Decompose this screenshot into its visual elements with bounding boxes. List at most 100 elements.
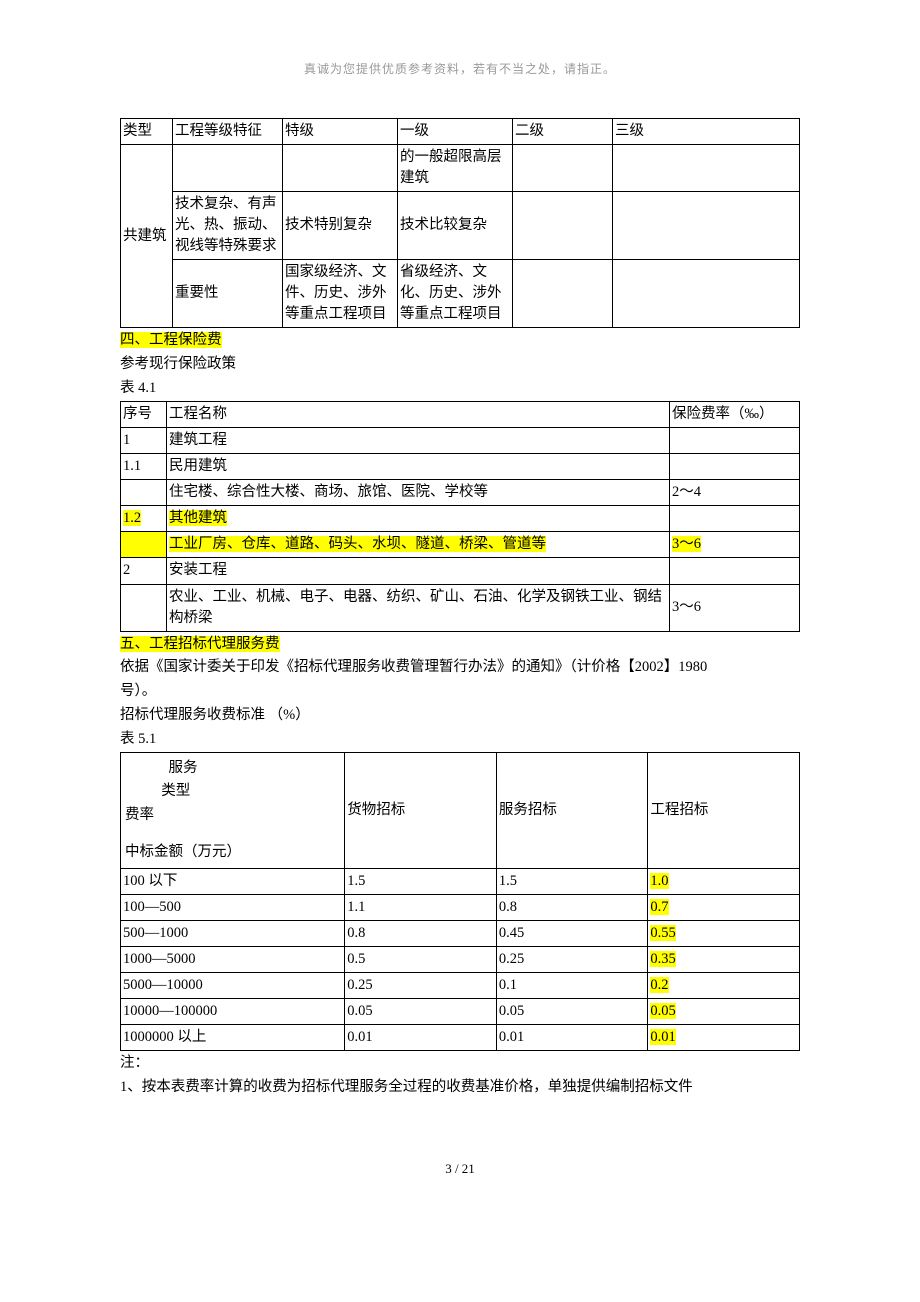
table-row: 序号 工程名称 保险费率（‰） — [121, 402, 800, 428]
notes-label: 注： — [120, 1053, 800, 1075]
cell: 0.05 — [345, 999, 497, 1025]
table-row: 1.2 其他建筑 — [121, 506, 800, 532]
cell: 1.5 — [496, 869, 648, 895]
hl-text: 0.05 — [650, 1003, 675, 1019]
col-type: 类型 — [121, 119, 173, 145]
cell: 重要性 — [173, 260, 283, 328]
cell: 技术特别复杂 — [283, 192, 398, 260]
cell: 技术比较复杂 — [398, 192, 513, 260]
table-row: 服务 类型 费率 中标金额（万元） 货物招标 服务招标 工程招标 — [121, 753, 800, 869]
cell — [513, 145, 613, 192]
col-name: 工程名称 — [167, 402, 670, 428]
cell — [670, 506, 800, 532]
cell — [513, 260, 613, 328]
section-4-title: 四、工程保险费 — [120, 330, 800, 352]
cell: 1.0 — [648, 869, 800, 895]
table-row: 1.1 民用建筑 — [121, 454, 800, 480]
cell: 100—500 — [121, 895, 345, 921]
header-note: 真诚为您提供优质参考资料，若有不当之处，请指正。 — [120, 60, 800, 78]
cell: 国家级经济、文件、历史、涉外等重点工程项目 — [283, 260, 398, 328]
text: 中标金额（万元） — [125, 841, 340, 864]
cell: 0.5 — [345, 947, 497, 973]
cell — [670, 428, 800, 454]
cell: 2～4 — [670, 480, 800, 506]
table-row: 10000—100000 0.05 0.05 0.05 — [121, 999, 800, 1025]
hl-text: 五、工程招标代理服务费 — [120, 636, 280, 652]
hl-text: 0.55 — [650, 925, 675, 941]
table-row: 重要性 国家级经济、文件、历史、涉外等重点工程项目 省级经济、文化、历史、涉外等… — [121, 260, 800, 328]
cell: 3～6 — [670, 532, 800, 558]
cell — [173, 145, 283, 192]
cell: 0.25 — [496, 947, 648, 973]
table-row: 工业厂房、仓库、道路、码头、水坝、隧道、桥梁、管道等 3～6 — [121, 532, 800, 558]
table-label-5-1: 表 5.1 — [120, 729, 800, 751]
cell: 1 — [121, 428, 167, 454]
cell — [121, 532, 167, 558]
cell: 1000000 以上 — [121, 1025, 345, 1051]
text: 费率 — [125, 804, 340, 827]
cell: 工业厂房、仓库、道路、码头、水坝、隧道、桥梁、管道等 — [167, 532, 670, 558]
col-project: 工程招标 — [648, 753, 800, 869]
table-row: 100—500 1.1 0.8 0.7 — [121, 895, 800, 921]
cell: 技术复杂、有声光、热、振动、视线等特殊要求 — [173, 192, 283, 260]
cell: 0.01 — [496, 1025, 648, 1051]
cell: 的一般超限高层建筑 — [398, 145, 513, 192]
col-grade1: 一级 — [398, 119, 513, 145]
bid-agent-fee-table: 服务 类型 费率 中标金额（万元） 货物招标 服务招标 工程招标 100 以下 … — [120, 752, 800, 1051]
header-cell: 服务 类型 费率 中标金额（万元） — [121, 753, 345, 869]
col-special: 特级 — [283, 119, 398, 145]
table-row: 2 安装工程 — [121, 558, 800, 584]
hl-text: 工业厂房、仓库、道路、码头、水坝、隧道、桥梁、管道等 — [169, 536, 546, 552]
table-row: 500—1000 0.8 0.45 0.55 — [121, 921, 800, 947]
col-goods: 货物招标 — [345, 753, 497, 869]
cell: 0.05 — [496, 999, 648, 1025]
cell — [121, 584, 167, 631]
table-row: 住宅楼、综合性大楼、商场、旅馆、医院、学校等 2～4 — [121, 480, 800, 506]
section-5-line2: 号）。 — [120, 681, 800, 703]
cell: 省级经济、文化、历史、涉外等重点工程项目 — [398, 260, 513, 328]
section-4-line1: 参考现行保险政策 — [120, 354, 800, 376]
cell: 安装工程 — [167, 558, 670, 584]
hl-text: 1.2 — [123, 510, 141, 526]
cell: 农业、工业、机械、电子、电器、纺织、矿山、石油、化学及钢铁工业、钢结构桥梁 — [167, 584, 670, 631]
note-1: 1、按本表费率计算的收费为招标代理服务全过程的收费基准价格，单独提供编制招标文件 — [120, 1077, 800, 1099]
table-row: 共建筑 的一般超限高层建筑 — [121, 145, 800, 192]
cell: 0.7 — [648, 895, 800, 921]
col-grade3: 三级 — [613, 119, 800, 145]
section-5-title: 五、工程招标代理服务费 — [120, 634, 800, 656]
hl-text: 0.35 — [650, 951, 675, 967]
cell — [613, 260, 800, 328]
cell: 1.2 — [121, 506, 167, 532]
cell: 1.5 — [345, 869, 497, 895]
table-label-4-1: 表 4.1 — [120, 378, 800, 400]
cell — [613, 145, 800, 192]
cell — [283, 145, 398, 192]
table-row: 类型 工程等级特征 特级 一级 二级 三级 — [121, 119, 800, 145]
cell — [121, 480, 167, 506]
cell: 建筑工程 — [167, 428, 670, 454]
hl-text: 0.01 — [650, 1029, 675, 1045]
cell: 0.1 — [496, 973, 648, 999]
cell: 民用建筑 — [167, 454, 670, 480]
table-row: 1000000 以上 0.01 0.01 0.01 — [121, 1025, 800, 1051]
cell: 10000—100000 — [121, 999, 345, 1025]
col-rate: 保险费率（‰） — [670, 402, 800, 428]
text: 依据《国家计委关于印发《招标代理服务收费管理暂行办法》的通知》（计价格 — [120, 659, 620, 675]
cell: 0.45 — [496, 921, 648, 947]
table-row: 1000—5000 0.5 0.25 0.35 — [121, 947, 800, 973]
cell: 1.1 — [121, 454, 167, 480]
cell — [670, 558, 800, 584]
text: 服务 — [125, 757, 340, 780]
table-row: 农业、工业、机械、电子、电器、纺织、矿山、石油、化学及钢铁工业、钢结构桥梁 3～… — [121, 584, 800, 631]
cell: 500—1000 — [121, 921, 345, 947]
table-row: 技术复杂、有声光、热、振动、视线等特殊要求 技术特别复杂 技术比较复杂 — [121, 192, 800, 260]
type-cell: 共建筑 — [121, 145, 173, 328]
cell: 0.01 — [648, 1025, 800, 1051]
col-feature: 工程等级特征 — [173, 119, 283, 145]
cell — [513, 192, 613, 260]
text: 【2002】1980 — [620, 659, 707, 675]
hl-text: 0.2 — [650, 977, 668, 993]
page-number: 3 / 21 — [120, 1159, 800, 1179]
section-5-line1: 依据《国家计委关于印发《招标代理服务收费管理暂行办法》的通知》（计价格【2002… — [120, 657, 800, 679]
cell: 其他建筑 — [167, 506, 670, 532]
